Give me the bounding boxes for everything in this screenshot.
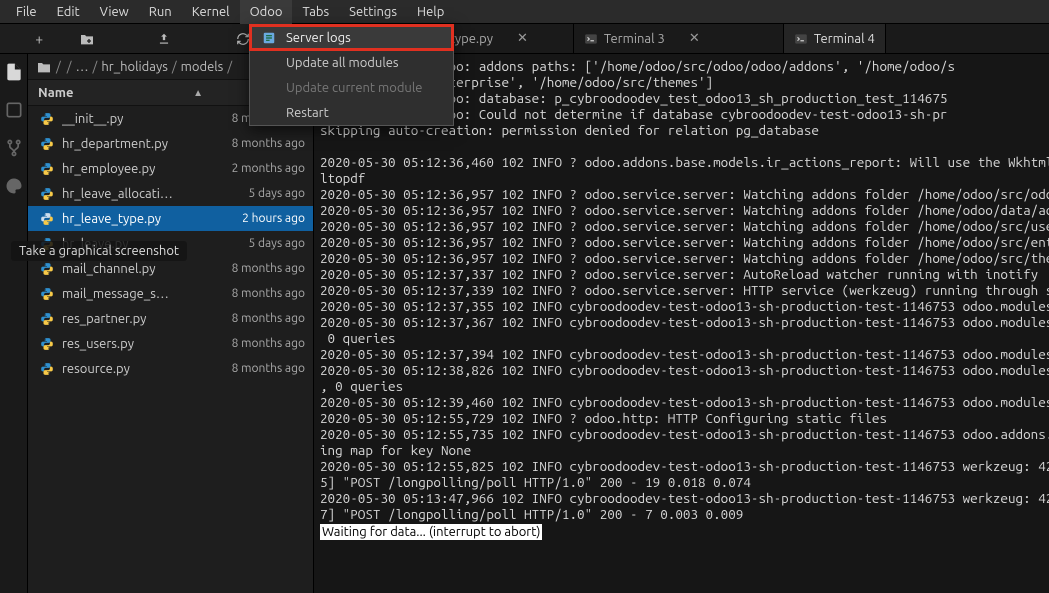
file-row[interactable]: hr_leave_allocati… 5 days ago [28,181,313,206]
logs-icon [262,31,276,45]
breadcrumb-sep: / [225,60,234,74]
screenshot-toast: Take a graphical screenshot [11,241,187,261]
file-modified: 2 months ago [205,162,305,175]
file-modified: 2 hours ago [205,212,305,225]
file-modified: 5 days ago [205,187,305,200]
file-row[interactable]: res_partner.py 8 months ago [28,306,313,331]
file-modified: 8 months ago [205,137,305,150]
menu-settings[interactable]: Settings [339,0,407,24]
menu-item-restart[interactable]: Restart [250,100,453,125]
file-name: mail_message_s… [62,287,197,301]
running-icon[interactable] [4,100,24,120]
folder-icon[interactable] [36,60,52,74]
toolbar: + ✕hr_leave_type.py✕Terminal 3✕Terminal … [0,24,1049,54]
python-icon [40,362,54,376]
file-row[interactable]: mail_message_s… 8 months ago [28,281,313,306]
file-name: hr_employee.py [62,162,197,176]
breadcrumb-segment[interactable]: hr_holidays [101,60,168,74]
menu-tabs[interactable]: Tabs [292,0,339,24]
python-icon [40,212,54,226]
menu-kernel[interactable]: Kernel [182,0,240,24]
menu-run[interactable]: Run [139,0,182,24]
close-icon[interactable]: ✕ [517,31,528,46]
python-icon [40,262,54,276]
close-icon[interactable]: ✕ [689,31,700,46]
tab-terminal-4[interactable]: Terminal 4 [784,24,886,53]
file-name: hr_leave_allocati… [62,187,197,201]
log-waiting-prompt: Waiting for data... (interrupt to abort) [320,524,542,540]
python-icon [40,112,54,126]
python-icon [40,312,54,326]
activity-bar [0,54,28,593]
file-row[interactable]: resource.py 8 months ago [28,356,313,381]
file-name: res_partner.py [62,312,197,326]
file-modified: 5 days ago [205,237,305,250]
breadcrumb-segment[interactable]: … [76,60,89,74]
file-name: hr_leave_type.py [62,212,197,226]
file-name: res_users.py [62,337,197,351]
terminal-pane[interactable]: 283 102 INFO ? odoo: addons paths: ['/ho… [314,54,1049,593]
menu-file[interactable]: File [6,0,47,24]
breadcrumb-sep: / [54,60,63,74]
file-name: mail_channel.py [62,262,197,276]
menu-item-label: Update current module [286,81,422,95]
menu-item-label: Update all modules [286,56,399,70]
breadcrumb-segment[interactable]: models [181,60,224,74]
menu-item-server-logs[interactable]: Server logs [250,25,453,50]
file-modified: 8 months ago [205,337,305,350]
menubar: FileEditViewRunKernelOdooTabsSettingsHel… [0,0,1049,24]
plus-button[interactable]: + [0,24,79,54]
tab-terminal-3[interactable]: Terminal 3 ✕ [574,24,784,53]
terminal-icon [584,32,598,46]
file-browser: //…/hr_holidays/models/ Name ▲ Last … __… [28,54,314,593]
server-log-output: 283 102 INFO ? odoo: addons paths: ['/ho… [314,54,1049,544]
file-name: __init__.py [62,112,197,126]
menu-odoo[interactable]: Odoo [240,0,293,24]
palette-icon[interactable] [4,176,24,196]
tab-label: Terminal 3 [604,32,665,46]
python-icon [40,287,54,301]
col-name[interactable]: Name [38,86,189,100]
file-row[interactable]: res_users.py 8 months ago [28,331,313,356]
file-list: __init__.py 8 months ago hr_department.py 8… [28,106,313,593]
terminal-icon [794,32,808,46]
file-row[interactable]: hr_employee.py 2 months ago [28,156,313,181]
menu-item-label: Server logs [286,31,351,45]
python-icon [40,187,54,201]
menu-item-update-all-modules[interactable]: Update all modules [250,50,453,75]
breadcrumb-sep: / [170,60,179,74]
file-modified: 8 months ago [205,287,305,300]
python-icon [40,137,54,151]
python-icon [40,337,54,351]
branch-icon[interactable] [4,138,24,158]
upload-button[interactable] [157,32,236,46]
workbench: //…/hr_holidays/models/ Name ▲ Last … __… [0,54,1049,593]
menu-help[interactable]: Help [407,0,454,24]
tab-label: Terminal 4 [814,32,875,46]
new-folder-button[interactable] [79,32,158,46]
menu-edit[interactable]: Edit [47,0,90,24]
file-modified: 8 months ago [205,362,305,375]
menu-view[interactable]: View [90,0,139,24]
breadcrumb-sep: / [65,60,74,74]
file-modified: 8 months ago [205,312,305,325]
breadcrumb-sep: / [91,60,100,74]
files-icon[interactable] [4,62,24,82]
sort-asc-icon: ▲ [193,87,203,99]
menu-item-label: Restart [286,106,329,120]
menu-item-update-current-module: Update current module [250,75,453,100]
python-icon [40,162,54,176]
file-modified: 8 months ago [205,262,305,275]
file-name: resource.py [62,362,197,376]
file-row[interactable]: hr_department.py 8 months ago [28,131,313,156]
file-name: hr_department.py [62,137,197,151]
file-row[interactable]: hr_leave_type.py 2 hours ago [28,206,313,231]
odoo-menu-dropdown: Server logs Update all modules Update curr… [249,24,454,126]
